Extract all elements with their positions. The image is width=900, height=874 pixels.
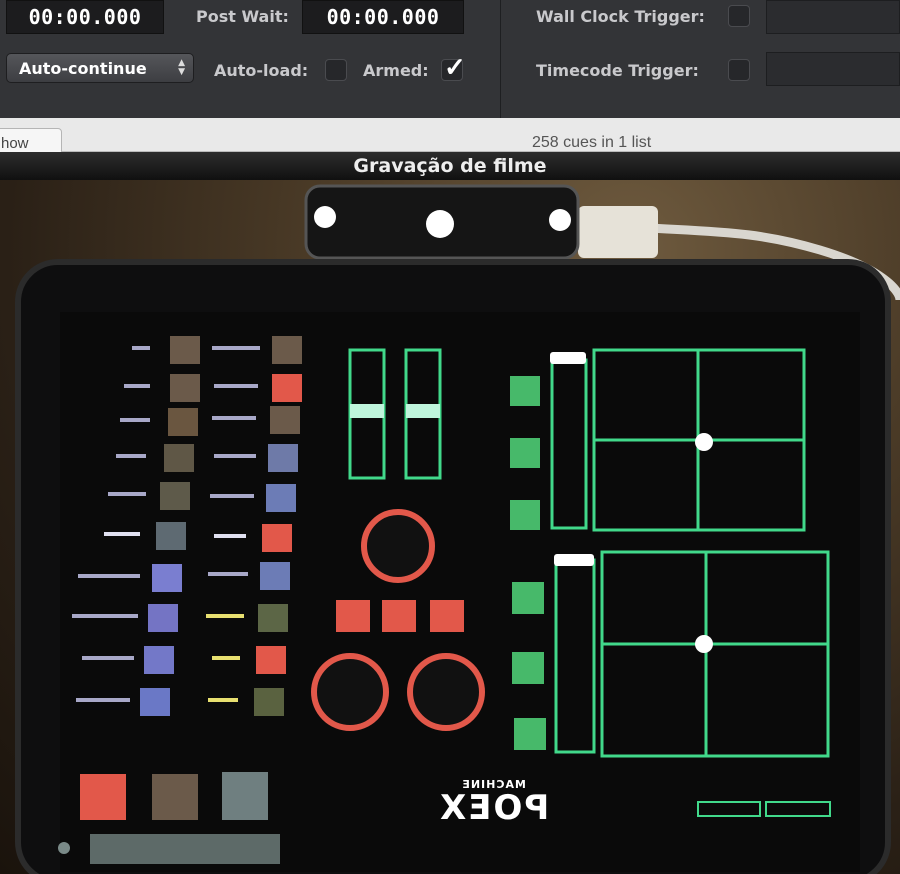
usb-plug [578,206,658,258]
post-wait-label: Post Wait: [196,7,289,26]
cue-list-toolbar: how 258 cues in 1 list [0,118,900,158]
checkmark-icon: ✓ [444,52,466,82]
timecode-trigger-checkbox[interactable] [728,59,750,81]
device-logo: MACHINE POEX [438,778,550,828]
movie-preview: MACHINE POEX [0,180,900,874]
knob-bottom-right [407,653,485,731]
knob-bottom-left [311,653,389,731]
status-dot [58,842,70,854]
movie-window-title: Gravação de filme [0,152,900,180]
auto-load-label: Auto-load: [214,61,309,80]
bottom-button-grey [222,772,268,820]
bottom-bar [90,834,280,864]
continue-mode-value: Auto-continue [19,58,147,78]
knob-top [361,509,435,583]
cue-inspector-panel: 00:00.000 Post Wait: 00:00.000 Auto-cont… [0,0,900,118]
xy-cursor-top [695,433,713,451]
device-logo-text: POEX [438,788,550,828]
armed-label: Armed: [363,61,429,80]
wall-clock-field[interactable] [766,0,900,34]
bottom-button-red [80,774,126,820]
sensor-light-left [314,206,336,228]
fader-knob-left [350,404,384,418]
slider-handle-bottom [554,554,594,566]
fader-knob-right [406,404,440,418]
wall-clock-trigger-label: Wall Clock Trigger: [536,7,705,26]
continue-mode-select[interactable]: Auto-continue ▲ ▼ [6,53,194,83]
bottom-button-brown [152,774,198,820]
camera-frame [15,184,900,874]
cue-count-label: 258 cues in 1 list [532,134,652,151]
auto-load-checkbox[interactable] [325,59,347,81]
slider-handle-top [550,352,586,364]
armed-checkbox[interactable]: ✓ [441,54,466,81]
pre-wait-field[interactable]: 00:00.000 [6,0,164,34]
sensor-light-center [426,210,454,238]
chevron-updown-icon: ▲ ▼ [178,58,185,77]
xy-cursor-bottom [695,635,713,653]
wall-clock-trigger-checkbox[interactable] [728,5,750,27]
panel-divider [500,0,501,118]
post-wait-field[interactable]: 00:00.000 [302,0,464,34]
timecode-trigger-label: Timecode Trigger: [536,61,699,80]
timecode-field[interactable] [766,52,900,86]
sensor-light-right [549,209,571,231]
